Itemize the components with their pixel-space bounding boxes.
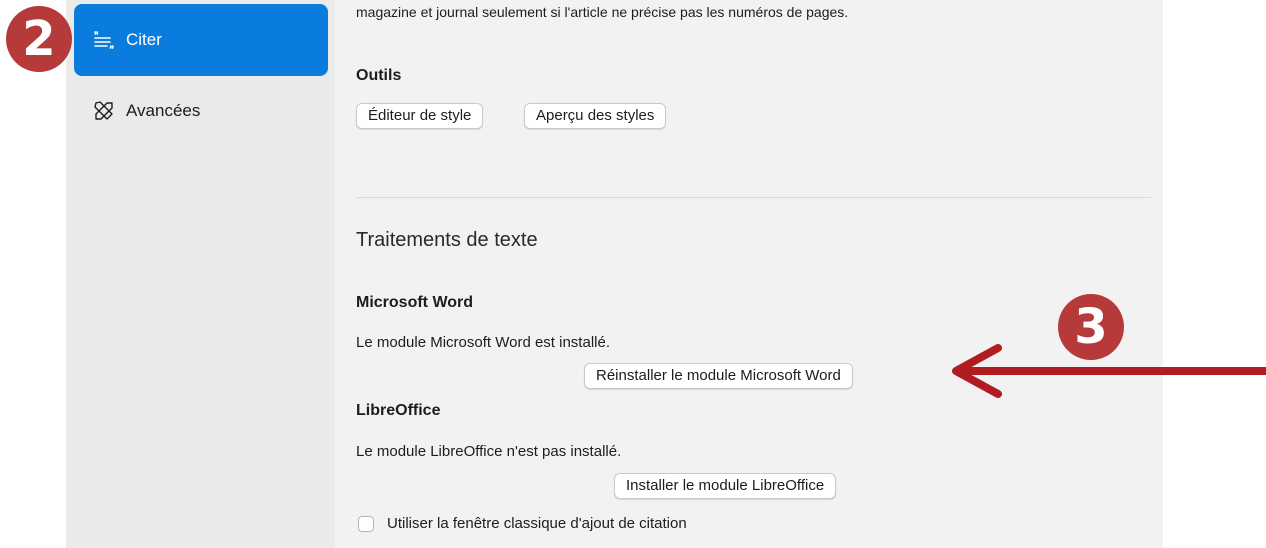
sidebar-item-label: Citer	[126, 30, 162, 49]
section-divider	[356, 197, 1151, 198]
step-badge-2: 2	[6, 6, 72, 72]
libreoffice-heading: LibreOffice	[356, 402, 441, 419]
classic-dialog-label[interactable]: Utiliser la fenêtre classique d'ajout de…	[387, 515, 687, 532]
word-heading: Microsoft Word	[356, 294, 474, 311]
style-preview-button[interactable]: Aperçu des styles	[524, 103, 667, 129]
sidebar: Citer Avancées	[66, 0, 335, 548]
preferences-panel: magazine et journal seulement si l'artic…	[335, 0, 1163, 548]
word-status: Le module Microsoft Word est installé.	[356, 334, 610, 351]
intro-text: magazine et journal seulement si l'artic…	[356, 4, 849, 20]
reinstall-word-button[interactable]: Réinstaller le module Microsoft Word	[584, 363, 853, 389]
quote-lines-icon	[92, 28, 116, 52]
word-processors-title: Traitements de texte	[356, 229, 538, 251]
sidebar-item-citer[interactable]: Citer	[74, 4, 328, 76]
style-editor-button[interactable]: Éditeur de style	[356, 103, 484, 129]
arrow-left-icon	[952, 344, 1266, 398]
libreoffice-status: Le module LibreOffice n'est pas installé…	[356, 443, 622, 460]
sidebar-item-label: Avancées	[126, 101, 201, 120]
sidebar-item-avancees[interactable]: Avancées	[74, 76, 328, 146]
tools-icon	[92, 99, 116, 123]
tools-heading: Outils	[356, 67, 402, 84]
classic-dialog-checkbox[interactable]	[358, 516, 374, 532]
install-libreoffice-button[interactable]: Installer le module LibreOffice	[614, 473, 837, 499]
